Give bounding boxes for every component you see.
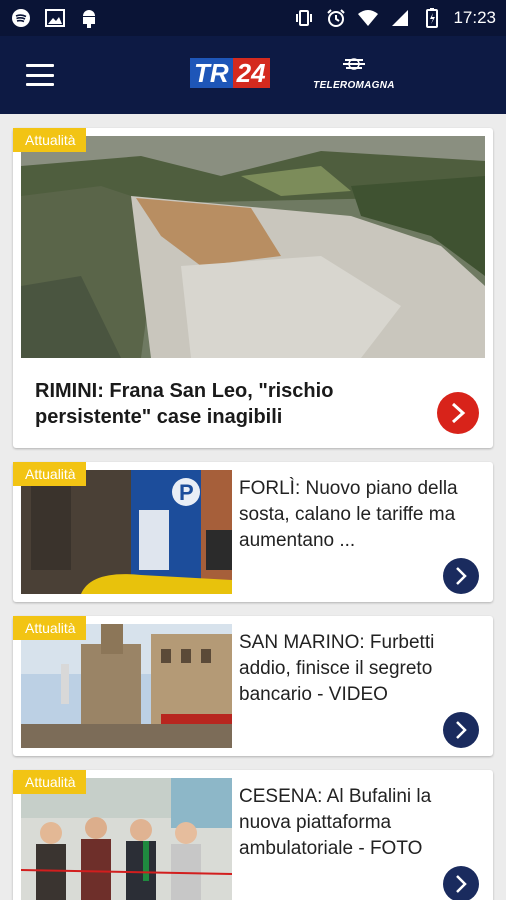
open-article-button[interactable]: [443, 866, 479, 900]
menu-icon[interactable]: [26, 64, 54, 86]
open-article-button[interactable]: [443, 712, 479, 748]
news-feed: Attualità RIMINI: Frana San Leo, "rischi…: [0, 114, 506, 900]
image-icon: [44, 7, 66, 29]
hero-article-title[interactable]: RIMINI: Frana San Leo, "rischio persiste…: [35, 378, 425, 430]
android-icon: [78, 7, 100, 29]
article-card[interactable]: Attualità P FORLÌ: Nuovo piano della sos…: [13, 462, 493, 602]
battery-icon: [421, 7, 443, 29]
wifi-icon: [357, 7, 379, 29]
spotify-icon: [10, 7, 32, 29]
category-badge: Attualità: [13, 770, 86, 794]
article-title[interactable]: FORLÌ: Nuovo piano della sosta, calano l…: [239, 476, 485, 554]
article-card[interactable]: Attualità CESENA: Al Bufalini la nuova p…: [13, 770, 493, 900]
hero-article-image[interactable]: [21, 136, 485, 358]
article-image[interactable]: [21, 778, 232, 900]
teleromagna-logo[interactable]: TELEROMAGNA: [308, 56, 400, 96]
signal-icon: [389, 7, 411, 29]
teleromagna-mark-icon: [308, 56, 400, 80]
status-bar: 17:23: [0, 0, 506, 36]
category-badge: Attualità: [13, 128, 86, 152]
open-article-button[interactable]: [437, 392, 479, 434]
chevron-right-icon: [456, 875, 467, 893]
alarm-icon: [325, 7, 347, 29]
svg-text:P: P: [179, 480, 194, 505]
clock-time: 17:23: [453, 8, 496, 27]
chevron-right-icon: [456, 721, 467, 739]
chevron-right-icon: [456, 567, 467, 585]
chevron-right-icon: [451, 402, 466, 424]
article-title[interactable]: SAN MARINO: Furbetti addio, finisce il s…: [239, 630, 485, 708]
article-card[interactable]: Attualità SAN MARINO: Furbetti addio, fi…: [13, 616, 493, 756]
article-title[interactable]: CESENA: Al Bufalini la nuova piattaforma…: [239, 784, 485, 862]
category-badge: Attualità: [13, 616, 86, 640]
open-article-button[interactable]: [443, 558, 479, 594]
article-image[interactable]: P: [21, 470, 232, 594]
hero-article-card[interactable]: Attualità RIMINI: Frana San Leo, "rischi…: [13, 128, 493, 448]
category-badge: Attualità: [13, 462, 86, 486]
tr24-logo[interactable]: TR 24: [190, 56, 276, 90]
article-image[interactable]: [21, 624, 232, 748]
app-bar: TR 24 TELEROMAGNA: [0, 36, 506, 114]
vibrate-icon: [293, 7, 315, 29]
